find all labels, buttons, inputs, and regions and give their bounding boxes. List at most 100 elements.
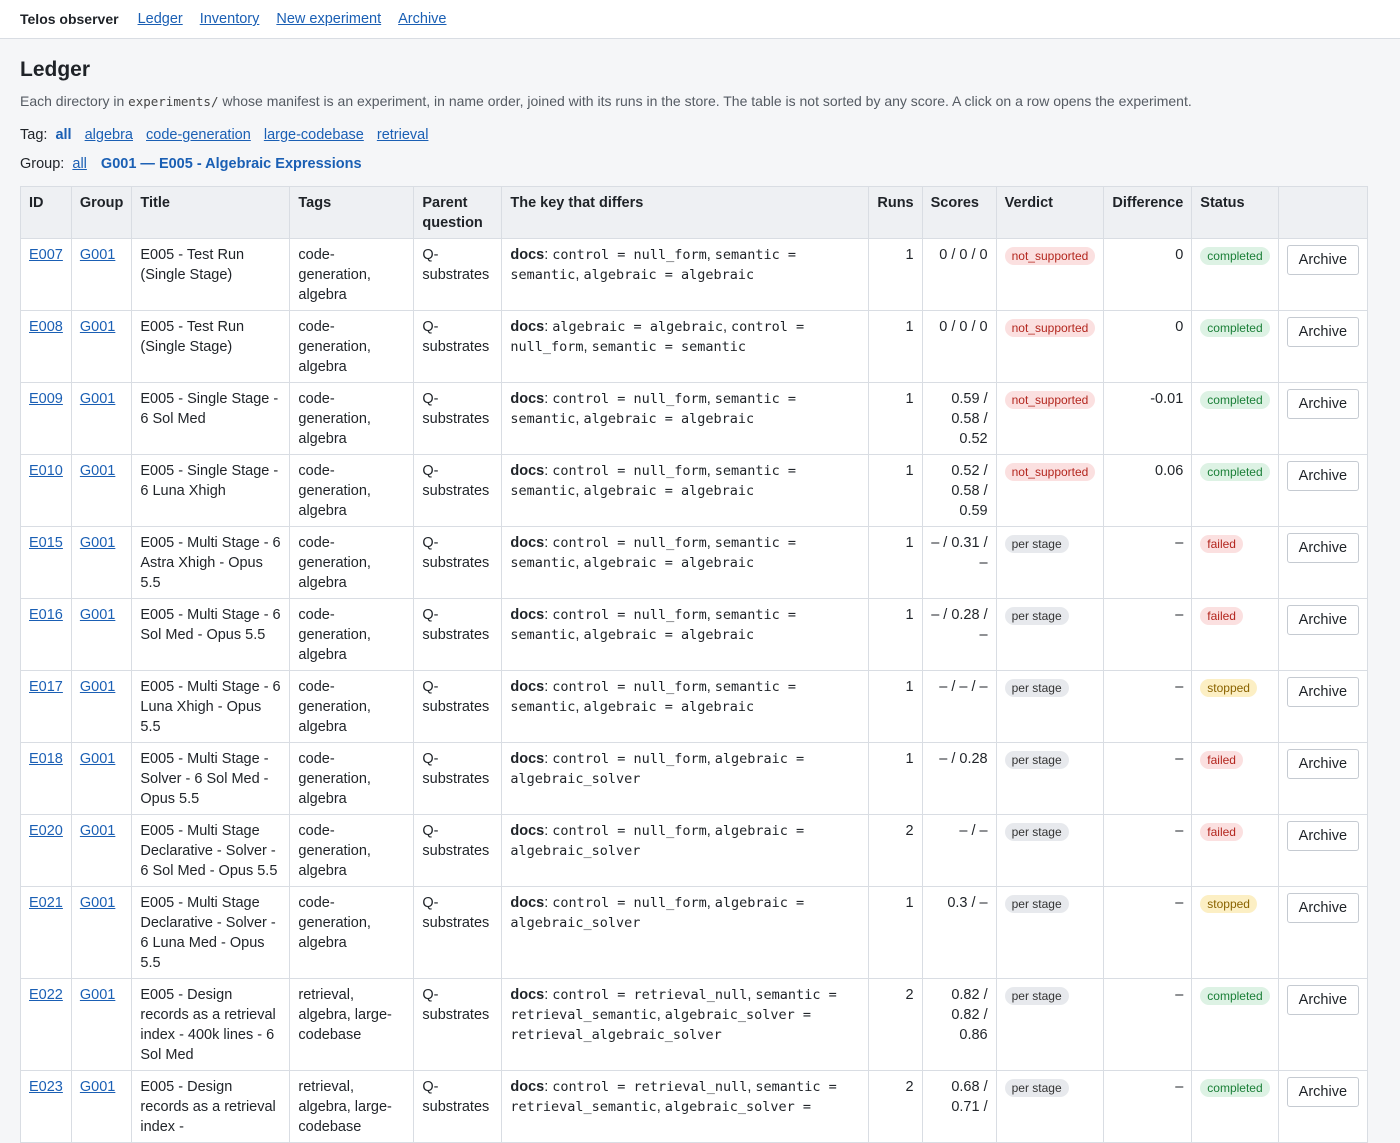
nav-link-archive[interactable]: Archive [398,11,446,27]
scores: – / 0.28 [921,741,997,815]
archive-button[interactable]: Archive [1286,676,1360,707]
nav-link-ledger[interactable]: Ledger [138,11,183,27]
table-row[interactable]: E020 G001 E005 - Multi Stage Declarative -… [20,813,1369,887]
verdict-badge: not_supported [1004,318,1096,337]
diff-key: docs [510,986,545,1003]
group-link[interactable]: G001 [80,987,115,1003]
experiment-tags: code-generation, algebra [289,741,415,815]
tag-option-large-codebase[interactable]: large-codebase [264,127,364,143]
group-link[interactable]: G001 [80,1079,115,1095]
archive-button[interactable]: Archive [1286,460,1360,491]
experiment-id-link[interactable]: E018 [29,751,63,767]
experiment-id-link[interactable]: E015 [29,535,63,551]
group-filter: Group: all G001 — E005 - Algebraic Expre… [20,156,1380,172]
experiment-id-link[interactable]: E020 [29,823,63,839]
difference-value: – [1103,525,1193,599]
experiment-tags: code-generation, algebra [289,381,415,455]
col-header-verdict: Verdict [995,185,1105,239]
group-link[interactable]: G001 [80,391,115,407]
nav-link-inventory[interactable]: Inventory [200,11,260,27]
group-link[interactable]: G001 [80,823,115,839]
experiment-id-link[interactable]: E016 [29,607,63,623]
tag-option-code-generation[interactable]: code-generation [146,127,251,143]
table-row[interactable]: E010 G001 E005 - Single Stage - 6 Luna Xhi… [20,453,1369,527]
archive-button[interactable]: Archive [1286,1076,1360,1107]
diff-part: control = retrieval_null [552,1078,748,1095]
runs-count: 2 [868,813,923,887]
group-link[interactable]: G001 [80,751,115,767]
diff-part: semantic = semantic [591,338,747,355]
table-row[interactable]: E016 G001 E005 - Multi Stage - 6 Sol Med -… [20,597,1369,671]
group-link[interactable]: G001 [80,535,115,551]
group-link[interactable]: G001 [80,895,115,911]
top-nav: Telos observer Ledger Inventory New expe… [0,0,1400,39]
scores: 0.52 / 0.58 / 0.59 [921,453,997,527]
parent-question: Q-substrates [413,453,503,527]
experiment-id-link[interactable]: E023 [29,1079,63,1095]
table-row[interactable]: E015 G001 E005 - Multi Stage - 6 Astra Xhi… [20,525,1369,599]
experiment-tags: retrieval, algebra, large-codebase [289,1069,415,1143]
experiment-id-link[interactable]: E022 [29,987,63,1003]
archive-button[interactable]: Archive [1286,388,1360,419]
archive-button[interactable]: Archive [1286,316,1360,347]
parent-question: Q-substrates [413,813,503,887]
table-row[interactable]: E021 G001 E005 - Multi Stage Declarative -… [20,885,1369,979]
table-row[interactable]: E007 G001 E005 - Test Run (Single Stage) co… [20,237,1369,311]
archive-button[interactable]: Archive [1286,984,1360,1015]
table-row[interactable]: E022 G001 E005 - Design records as a retri… [20,977,1369,1071]
archive-button[interactable]: Archive [1286,244,1360,275]
status-badge: completed [1200,318,1270,337]
status-badge: stopped [1200,678,1257,697]
group-link[interactable]: G001 [80,319,115,335]
parent-question: Q-substrates [413,977,503,1071]
scores: 0.59 / 0.58 / 0.52 [921,381,997,455]
archive-button[interactable]: Archive [1286,604,1360,635]
scores: 0.82 / 0.82 / 0.86 [921,977,997,1071]
group-link[interactable]: G001 [80,679,115,695]
experiment-tags: code-generation, algebra [289,669,415,743]
difference-value: – [1103,597,1193,671]
experiment-id-link[interactable]: E017 [29,679,63,695]
parent-question: Q-substrates [413,669,503,743]
col-header-runs: Runs [868,185,923,239]
col-header-difference: Difference [1103,185,1193,239]
difference-value: – [1103,813,1193,887]
difference-value: -0.01 [1103,381,1193,455]
experiment-id-link[interactable]: E021 [29,895,63,911]
group-link[interactable]: G001 [80,463,115,479]
table-row[interactable]: E008 G001 E005 - Test Run (Single Stage) co… [20,309,1369,383]
page-title: Ledger [20,58,91,81]
table-row[interactable]: E017 G001 E005 - Multi Stage - 6 Luna Xhig… [20,669,1369,743]
table-row[interactable]: E023 G001 E005 - Design records as a retri… [20,1069,1369,1143]
nav-link-new-experiment[interactable]: New experiment [276,11,381,27]
group-filter-current: G001 — E005 - Algebraic Expressions [100,155,362,172]
ledger-table-body: E007 G001 E005 - Test Run (Single Stage) co… [20,237,1369,1143]
experiment-tags: code-generation, algebra [289,597,415,671]
difference-value: 0 [1103,309,1193,383]
diff-part: algebraic = algebraic [583,626,755,643]
experiment-id-link[interactable]: E009 [29,391,63,407]
diff-part: algebraic = algebraic [583,482,755,499]
group-option-all[interactable]: all [72,156,87,172]
tag-filter-label: Tag: [20,126,48,143]
status-badge: completed [1200,390,1270,409]
archive-button[interactable]: Archive [1286,820,1360,851]
archive-button[interactable]: Archive [1286,748,1360,779]
archive-button[interactable]: Archive [1286,892,1360,923]
runs-count: 1 [868,237,923,311]
tag-option-algebra[interactable]: algebra [85,127,133,143]
group-link[interactable]: G001 [80,247,115,263]
col-header-status: Status [1191,185,1279,239]
parent-question: Q-substrates [413,1069,503,1143]
experiment-id-link[interactable]: E010 [29,463,63,479]
diff-part: algebraic = algebraic [583,698,755,715]
runs-count: 1 [868,885,923,979]
group-link[interactable]: G001 [80,607,115,623]
table-row[interactable]: E018 G001 E005 - Multi Stage - Solver - 6 … [20,741,1369,815]
tag-option-retrieval[interactable]: retrieval [377,127,429,143]
experiment-title: E005 - Multi Stage - 6 Luna Xhigh - Opus… [131,669,291,743]
archive-button[interactable]: Archive [1286,532,1360,563]
experiment-id-link[interactable]: E008 [29,319,63,335]
experiment-id-link[interactable]: E007 [29,247,63,263]
table-row[interactable]: E009 G001 E005 - Single Stage - 6 Sol Med c… [20,381,1369,455]
